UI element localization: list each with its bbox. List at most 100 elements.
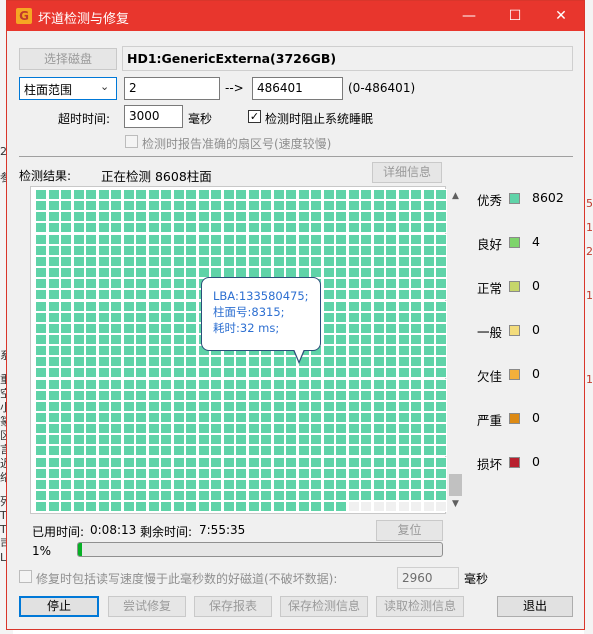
sector-cell[interactable] [435, 356, 447, 368]
sector-cell[interactable] [122, 456, 135, 468]
sector-cell[interactable] [35, 445, 47, 457]
sector-cell[interactable] [422, 233, 435, 245]
sector-cell[interactable] [372, 322, 385, 334]
sector-cell[interactable] [397, 200, 410, 212]
sector-cell[interactable] [397, 356, 410, 368]
sector-cell[interactable] [385, 222, 397, 234]
sector-cell[interactable] [210, 356, 222, 368]
sector-cell[interactable] [160, 423, 172, 435]
sector-cell[interactable] [422, 501, 435, 513]
sector-cell[interactable] [60, 333, 72, 345]
sector-cell[interactable] [122, 501, 135, 513]
sector-cell[interactable] [60, 189, 72, 200]
sector-cell[interactable] [185, 378, 197, 390]
sector-cell[interactable] [35, 501, 47, 513]
sector-cell[interactable] [110, 311, 122, 323]
sector-cell[interactable] [397, 412, 410, 423]
sector-cell[interactable] [222, 412, 235, 423]
sector-cell[interactable] [110, 378, 122, 390]
sector-cell[interactable] [285, 222, 297, 234]
sector-cell[interactable] [122, 467, 135, 479]
sector-cell[interactable] [235, 400, 247, 412]
sector-cell[interactable] [147, 189, 160, 200]
sector-cell[interactable] [35, 222, 47, 234]
sector-cell[interactable] [422, 200, 435, 212]
sector-cell[interactable] [97, 345, 110, 357]
sector-cell[interactable] [297, 222, 310, 234]
reset-button[interactable]: 复位 [376, 520, 443, 541]
sector-cell[interactable] [385, 244, 397, 256]
sector-cell[interactable] [97, 322, 110, 334]
sector-cell[interactable] [422, 456, 435, 468]
sector-cell[interactable] [97, 189, 110, 200]
sector-cell[interactable] [322, 389, 335, 401]
sector-cell[interactable] [310, 233, 322, 245]
sector-cell[interactable] [35, 367, 47, 379]
sector-cell[interactable] [110, 345, 122, 357]
sector-cell[interactable] [385, 311, 397, 323]
sector-cell[interactable] [35, 478, 47, 490]
sector-cell[interactable] [397, 289, 410, 301]
sector-cell[interactable] [235, 412, 247, 423]
sector-cell[interactable] [260, 490, 272, 502]
sector-cell[interactable] [135, 389, 147, 401]
sector-cell[interactable] [322, 189, 335, 200]
sector-cell[interactable] [85, 255, 97, 267]
sector-cell[interactable] [360, 189, 372, 200]
sector-cell[interactable] [47, 200, 60, 212]
sector-cell[interactable] [185, 490, 197, 502]
sector-cell[interactable] [160, 289, 172, 301]
sector-cell[interactable] [347, 311, 360, 323]
sector-cell[interactable] [160, 300, 172, 312]
sector-cell[interactable] [72, 300, 85, 312]
sector-cell[interactable] [160, 378, 172, 390]
sector-cell[interactable] [47, 278, 60, 290]
sector-cell[interactable] [210, 478, 222, 490]
sector-cell[interactable] [160, 490, 172, 502]
sector-cell[interactable] [385, 400, 397, 412]
sector-cell[interactable] [385, 278, 397, 290]
sector-cell[interactable] [222, 255, 235, 267]
sector-cell[interactable] [72, 456, 85, 468]
sector-cell[interactable] [135, 423, 147, 435]
sector-cell[interactable] [422, 289, 435, 301]
sector-cell[interactable] [60, 322, 72, 334]
sector-cell[interactable] [410, 211, 422, 223]
sector-cell[interactable] [372, 222, 385, 234]
sector-cell[interactable] [347, 278, 360, 290]
sector-cell[interactable] [122, 367, 135, 379]
sector-cell[interactable] [160, 356, 172, 368]
sector-cell[interactable] [410, 233, 422, 245]
sector-cell[interactable] [122, 412, 135, 423]
sector-cell[interactable] [85, 211, 97, 223]
sector-cell[interactable] [35, 378, 47, 390]
sector-cell[interactable] [60, 300, 72, 312]
sector-cell[interactable] [60, 478, 72, 490]
sector-cell[interactable] [385, 300, 397, 312]
sector-cell[interactable] [97, 501, 110, 513]
sector-cell[interactable] [85, 278, 97, 290]
sector-cell[interactable] [372, 267, 385, 279]
sector-cell[interactable] [185, 445, 197, 457]
sector-cell[interactable] [35, 244, 47, 256]
sector-cell[interactable] [172, 389, 185, 401]
sector-cell[interactable] [422, 490, 435, 502]
sector-cell[interactable] [85, 222, 97, 234]
sector-cell[interactable] [97, 445, 110, 457]
sector-cell[interactable] [310, 434, 322, 446]
sector-cell[interactable] [160, 345, 172, 357]
sector-cell[interactable] [422, 244, 435, 256]
sector-cell[interactable] [322, 300, 335, 312]
sector-cell[interactable] [347, 255, 360, 267]
sector-cell[interactable] [135, 322, 147, 334]
sector-cell[interactable] [160, 333, 172, 345]
sector-cell[interactable] [85, 311, 97, 323]
sector-cell[interactable] [397, 345, 410, 357]
sector-cell[interactable] [260, 200, 272, 212]
sector-cell[interactable] [85, 378, 97, 390]
sector-cell[interactable] [360, 267, 372, 279]
sector-cell[interactable] [210, 467, 222, 479]
sector-cell[interactable] [285, 467, 297, 479]
sector-cell[interactable] [135, 255, 147, 267]
sector-cell[interactable] [335, 389, 347, 401]
